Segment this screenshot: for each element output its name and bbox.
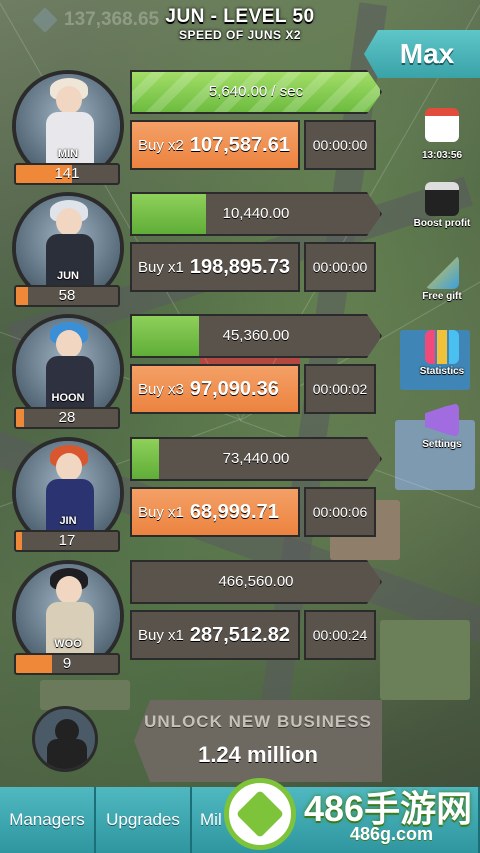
boost-label: Boost profit (413, 218, 471, 229)
manager-name: JIN (59, 515, 77, 527)
calendar-icon (425, 108, 459, 142)
income-rate: 45,360.00 (222, 327, 290, 344)
level-number: 141 (54, 165, 80, 182)
manager-name: HOON (51, 392, 85, 404)
manager-name: WOO (54, 638, 82, 650)
level-indicator: 58 (14, 285, 120, 307)
buy-cost: 198,895.73 (189, 255, 290, 278)
business-row: MIN 141 5,640.00 / sec Buy x2 107,587.61… (0, 70, 400, 188)
bar-chart-icon (425, 330, 459, 364)
buy-cost: 97,090.36 (189, 377, 279, 400)
level-indicator: 17 (14, 530, 120, 552)
settings-label: Settings (422, 439, 462, 450)
cycle-timer: 00:00:06 (304, 487, 376, 537)
buy-multiplier: Buy x2 (138, 136, 184, 154)
cycle-timer: 00:00:02 (304, 364, 376, 414)
clapperboard-icon (425, 182, 459, 216)
watermark: 486手游网 486g.com (218, 772, 480, 853)
party-popper-icon (425, 255, 459, 289)
money-display: 137,368.65 (32, 7, 160, 33)
buy-cost: 287,512.82 (189, 623, 290, 646)
tab-upgrades[interactable]: Upgrades (96, 787, 192, 853)
page-title: JUN - LEVEL 50 (165, 6, 315, 27)
income-rate: 73,440.00 (222, 450, 290, 467)
income-progress-bar[interactable]: 5,640.00 / sec (130, 70, 382, 114)
buy-button[interactable]: Buy x3 97,090.36 (130, 364, 300, 414)
buy-button[interactable]: Buy x1 198,895.73 (130, 242, 300, 292)
buy-multiplier: Buy x1 (138, 626, 184, 644)
buy-button[interactable]: Buy x2 107,587.61 (130, 120, 300, 170)
level-indicator: 28 (14, 407, 120, 429)
money-amount: 137,368.65 (64, 9, 160, 30)
statistics-button[interactable]: Statistics (404, 330, 480, 377)
level-number: 58 (58, 287, 76, 304)
watermark-sub: 486g.com (350, 824, 434, 844)
page-subtitle: SPEED OF JUNS X2 (178, 28, 302, 42)
manager-name: MIN (57, 148, 79, 160)
buy-multiplier: Buy x3 (138, 380, 184, 398)
gem-icon (32, 7, 58, 33)
level-number: 17 (58, 532, 76, 549)
buy-multiplier: Buy x1 (138, 503, 184, 521)
unlock-business-button[interactable]: UNLOCK NEW BUSINESS 1.24 million (134, 700, 382, 782)
business-row: HOON 28 45,360.00 Buy x3 97,090.36 00:00… (0, 314, 400, 432)
buy-button[interactable]: Buy x1 287,512.82 (130, 610, 300, 660)
locked-manager-avatar (32, 706, 98, 772)
income-progress-bar[interactable]: 73,440.00 (130, 437, 382, 481)
buy-multiplier: Buy x1 (138, 258, 184, 276)
cycle-timer: 00:00:00 (304, 242, 376, 292)
buy-cost: 107,587.61 (189, 133, 290, 156)
manager-name: JUN (56, 270, 79, 282)
cycle-timer: 00:00:00 (304, 120, 376, 170)
level-number: 28 (58, 409, 76, 426)
business-row: WOO 9 466,560.00 Buy x1 287,512.82 00:00… (0, 560, 400, 678)
buy-button[interactable]: Buy x1 68,999.71 (130, 487, 300, 537)
income-rate: 466,560.00 (218, 573, 294, 590)
megaphone-icon (425, 403, 459, 437)
level-number: 9 (62, 655, 72, 672)
clock-label: 13:03:56 (421, 150, 463, 161)
level-indicator: 9 (14, 653, 120, 675)
income-progress-bar[interactable]: 45,360.00 (130, 314, 382, 358)
cycle-timer: 00:00:24 (304, 610, 376, 660)
income-progress-bar[interactable]: 466,560.00 (130, 560, 382, 604)
gift-label: Free gift (422, 291, 462, 302)
income-progress-bar[interactable]: 10,440.00 (130, 192, 382, 236)
settings-button[interactable]: Settings (404, 403, 480, 450)
level-indicator: 141 (14, 163, 120, 185)
statistics-label: Statistics (419, 366, 465, 377)
tab-managers[interactable]: Managers (0, 787, 96, 853)
business-row: JUN 58 10,440.00 Buy x1 198,895.73 00:00… (0, 192, 400, 310)
unlock-price: 1.24 million (198, 742, 318, 767)
clock-widget[interactable]: 13:03:56 (404, 108, 480, 161)
boost-profit-button[interactable]: Boost profit (404, 182, 480, 229)
watermark-logo-icon (224, 778, 296, 850)
buy-cost: 68,999.71 (189, 500, 279, 523)
income-rate: 5,640.00 / sec (208, 83, 304, 100)
business-row: JIN 17 73,440.00 Buy x1 68,999.71 00:00:… (0, 437, 400, 555)
free-gift-button[interactable]: Free gift (404, 255, 480, 302)
income-rate: 10,440.00 (222, 205, 290, 222)
unlock-title: UNLOCK NEW BUSINESS (144, 712, 372, 731)
